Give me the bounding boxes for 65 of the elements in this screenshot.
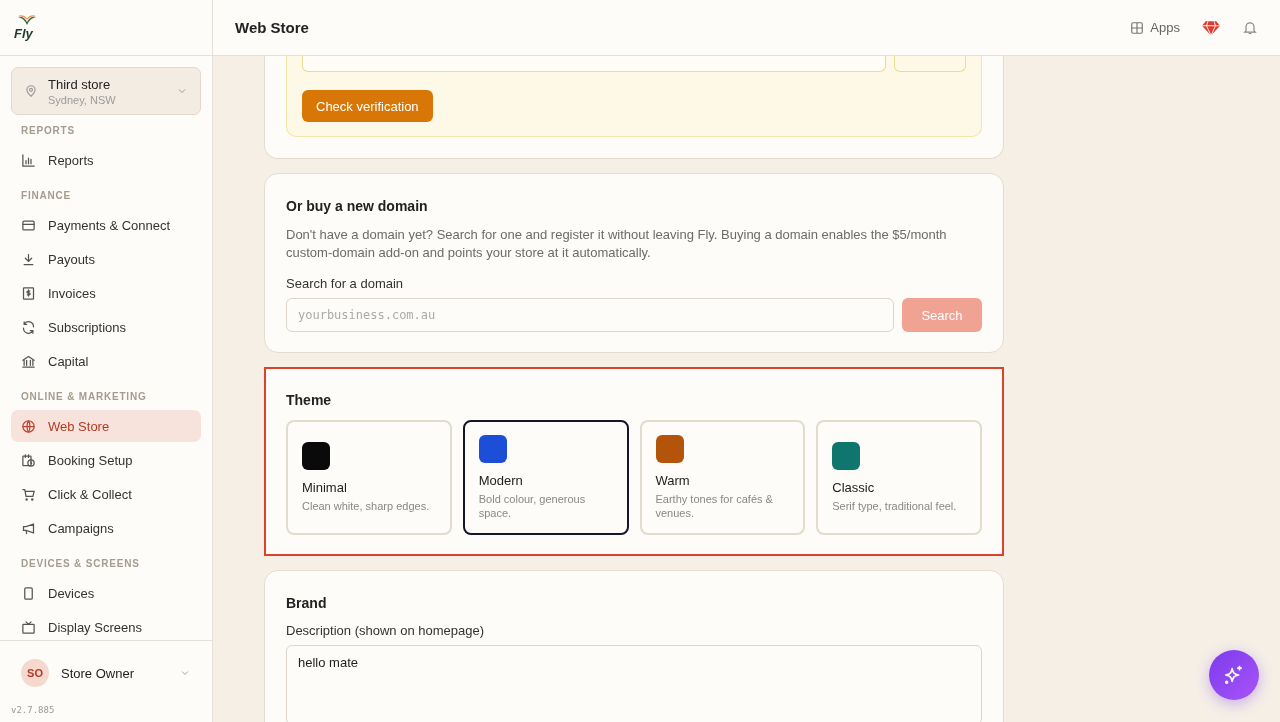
page-title: Web Store <box>235 19 309 36</box>
nav-item[interactable]: Subscriptions <box>11 311 201 343</box>
tablet-icon <box>21 585 36 601</box>
download-icon <box>21 251 36 267</box>
theme-name: Minimal <box>302 480 347 495</box>
user-menu[interactable]: SO Store Owner <box>11 653 201 693</box>
nav-item[interactable]: Invoices <box>11 277 201 309</box>
theme-option[interactable]: Modern Bold colour, generous space. <box>462 420 629 535</box>
theme-name: Warm <box>655 473 690 488</box>
nav-item[interactable]: Campaigns <box>11 512 201 544</box>
nav-item[interactable]: Click & Collect <box>11 478 201 510</box>
apps-button[interactable]: Apps <box>1130 20 1180 35</box>
theme-description: Bold colour, generous space. <box>478 492 587 520</box>
section-label: FINANCE <box>20 189 73 203</box>
refresh-icon <box>21 319 36 335</box>
theme-option[interactable]: Classic Serif type, traditional feel. <box>816 420 982 535</box>
pin-icon <box>24 84 38 98</box>
section-label: DEVICES & SCREENS <box>20 557 141 571</box>
theme-option[interactable]: Warm Earthy tones for cafés & venues. <box>639 420 806 535</box>
theme-description: Earthy tones for cafés & venues. <box>655 492 774 520</box>
invoice-icon <box>21 285 36 301</box>
field-label: Description (shown on homepage) <box>286 623 485 638</box>
calendar-icon <box>21 452 36 468</box>
user-avatar: SO <box>21 659 49 687</box>
nav-item[interactable]: Reports <box>11 144 201 176</box>
gem-icon[interactable] <box>1202 19 1220 36</box>
logo-text: Fly <box>14 26 33 41</box>
nav-item[interactable]: Capital <box>11 345 201 377</box>
sparkle-icon <box>1223 664 1245 686</box>
store-selector[interactable]: Third store Sydney, NSW <box>11 67 201 115</box>
tv-icon <box>21 619 36 635</box>
nav-item[interactable]: Web Store <box>11 410 201 442</box>
ai-assistant-button[interactable] <box>1209 650 1259 700</box>
card-icon <box>21 217 36 233</box>
bell-icon[interactable] <box>1242 19 1258 36</box>
card-title: Or buy a new domain <box>286 198 429 214</box>
domain-search-field[interactable]: yourbusiness.com.au <box>286 298 894 332</box>
megaphone-icon <box>21 520 36 536</box>
theme-description: Clean white, sharp edges. <box>302 499 430 513</box>
user-name: Store Owner <box>61 665 135 681</box>
grid-icon <box>1130 20 1145 35</box>
card-title: Theme <box>286 392 333 408</box>
nav-item[interactable]: Payouts <box>11 243 201 275</box>
card-title: Brand <box>286 595 328 611</box>
bank-icon <box>21 353 36 369</box>
nav-item[interactable]: Devices <box>11 577 201 609</box>
card-description: Don't have a domain yet? Search for one and register it without leaving Fly. Buying a domain enables the $5/month custom-domain add-on and points your store at it automatically. <box>286 226 948 262</box>
store-name: Third store <box>48 76 112 92</box>
nav-item[interactable]: Payments & Connect <box>11 209 201 241</box>
logo-icon <box>16 14 38 27</box>
nav-item[interactable]: Display Screens <box>11 611 201 640</box>
theme-option[interactable]: Minimal Clean white, sharp edges. <box>286 420 452 535</box>
chart-icon <box>21 152 36 168</box>
theme-description: Serif type, traditional feel. <box>832 499 957 513</box>
theme-name: Modern <box>478 473 523 488</box>
description-field[interactable]: hello mate <box>286 645 982 722</box>
store-location: Sydney, NSW <box>48 93 117 106</box>
section-label: REPORTS <box>20 124 76 138</box>
nav-item[interactable]: Booking Setup <box>11 444 201 476</box>
section-label: ONLINE & MARKETING <box>20 390 148 404</box>
theme-name: Classic <box>832 480 875 495</box>
globe-icon <box>21 418 36 434</box>
field-label: Search for a domain <box>286 276 405 291</box>
cart-icon <box>21 486 36 502</box>
version-text: v2.7.885 <box>11 705 56 715</box>
